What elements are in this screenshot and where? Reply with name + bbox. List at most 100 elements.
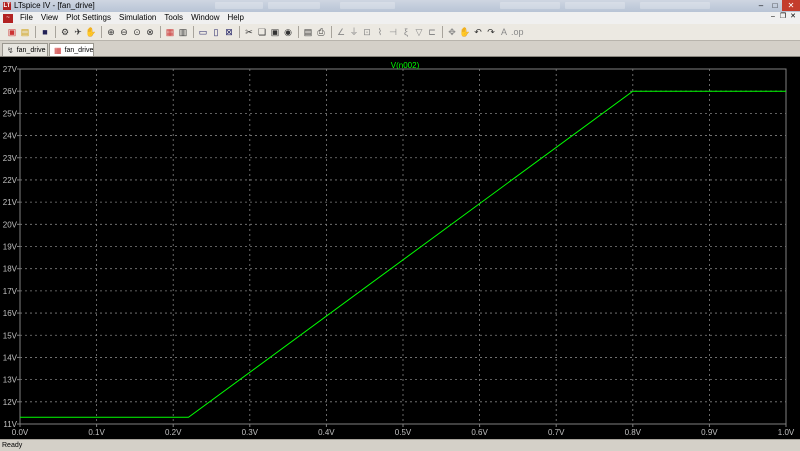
toolbar-separator	[160, 26, 161, 38]
paste-icon[interactable]: ▣	[269, 26, 281, 38]
diode-icon[interactable]: ▽	[413, 26, 425, 38]
toolbar-separator	[442, 26, 443, 38]
tab-waveform[interactable]: ▦ fan_drive	[49, 43, 94, 56]
menu-window[interactable]: Window	[187, 12, 223, 24]
x-tick-label: 0.6V	[471, 428, 488, 437]
close-button[interactable]: ✕	[782, 0, 800, 11]
menu-plot-settings[interactable]: Plot Settings	[62, 12, 115, 24]
waveform-chart[interactable]: 11V12V13V14V15V16V17V18V19V20V21V22V23V2…	[0, 57, 800, 439]
doc-close-button[interactable]: ✕	[788, 12, 798, 22]
y-tick-label: 13V	[3, 376, 18, 385]
capacitor-icon[interactable]: ⊣	[387, 26, 399, 38]
ltspice-app-icon: LT	[3, 2, 11, 10]
y-tick-label: 16V	[3, 309, 18, 318]
undo-icon[interactable]: ↶	[472, 26, 484, 38]
maximize-button[interactable]: □	[768, 0, 782, 11]
toolbar: ▣ ▤ ■ ⚙ ✈ ✋ ⊕ ⊖ ⊙ ⊗ ▦ ▥ ▭ ▯ ⊠ ✂ ❏ ▣ ◉ ▤ …	[0, 24, 800, 41]
document-tabs: ↯ fan_drive ▦ fan_drive	[0, 41, 800, 57]
document-icon[interactable]: ~	[3, 13, 13, 23]
menu-bar: ~ File View Plot Settings Simulation Too…	[0, 12, 800, 24]
save-icon[interactable]: ■	[39, 26, 51, 38]
waveform-plot-pane[interactable]: 11V 12V 13V 14V 15V 16V 17V 18V 19V 20V 21V 22V 23V 2…	[0, 57, 800, 439]
x-tick-label: 0.0V	[12, 428, 29, 437]
x-tick-label: 0.3V	[242, 428, 259, 437]
y-tick-label: 27V	[3, 65, 18, 74]
doc-restore-button[interactable]: ❐	[778, 12, 788, 22]
close-window-icon[interactable]: ⊠	[223, 26, 235, 38]
toolbar-separator	[298, 26, 299, 38]
control-panel-icon[interactable]: ⚙	[59, 26, 71, 38]
drag-icon[interactable]: ✋	[459, 26, 471, 38]
y-tick-label: 24V	[3, 132, 18, 141]
x-tick-label: 0.5V	[395, 428, 412, 437]
y-tick-label: 19V	[3, 243, 18, 252]
trace-label-v-n002[interactable]: V(n002)	[391, 61, 420, 70]
y-tick-label: 12V	[3, 398, 18, 407]
y-tick-label: 26V	[3, 87, 18, 96]
y-axis: 11V12V13V14V15V16V17V18V19V20V21V22V23V2…	[3, 65, 20, 429]
y-tick-label: 15V	[3, 331, 18, 340]
toolbar-separator	[193, 26, 194, 38]
toolbar-separator	[239, 26, 240, 38]
component-icon[interactable]: ⊏	[426, 26, 438, 38]
menu-tools[interactable]: Tools	[160, 12, 187, 24]
move-icon[interactable]: ✥	[446, 26, 458, 38]
autorange-icon[interactable]: ▦	[164, 26, 176, 38]
background-tab-ghost	[268, 2, 320, 9]
status-bar: Ready	[0, 439, 800, 450]
label-net-icon[interactable]: ⊡	[361, 26, 373, 38]
y-tick-label: 21V	[3, 198, 18, 207]
zoom-fit-icon[interactable]: ⊗	[144, 26, 156, 38]
text-icon[interactable]: A	[498, 26, 510, 38]
wire-icon[interactable]: ∠	[335, 26, 347, 38]
x-tick-label: 0.2V	[165, 428, 182, 437]
print-preview-icon[interactable]: ▤	[302, 26, 314, 38]
x-tick-label: 0.4V	[318, 428, 335, 437]
y-tick-label: 20V	[3, 220, 18, 229]
zoom-out-icon[interactable]: ⊖	[118, 26, 130, 38]
run-icon[interactable]: ✈	[72, 26, 84, 38]
toolbar-separator	[331, 26, 332, 38]
y-tick-label: 14V	[3, 353, 18, 362]
y-tick-label: 17V	[3, 287, 18, 296]
redo-icon[interactable]: ↷	[485, 26, 497, 38]
zoom-pan-icon[interactable]: ⊙	[131, 26, 143, 38]
background-tab-ghost	[500, 2, 560, 9]
menu-view[interactable]: View	[37, 12, 62, 24]
y-tick-label: 22V	[3, 176, 18, 185]
spice-directive-icon[interactable]: .op	[511, 26, 524, 38]
grid	[19, 68, 787, 425]
halt-icon[interactable]: ✋	[85, 26, 97, 38]
copy-icon[interactable]: ❏	[256, 26, 268, 38]
zoom-in-icon[interactable]: ⊕	[105, 26, 117, 38]
waveform-icon: ▦	[54, 45, 62, 55]
background-tab-ghost	[340, 2, 395, 9]
y-tick-label: 18V	[3, 265, 18, 274]
find-icon[interactable]: ◉	[282, 26, 294, 38]
minimize-button[interactable]: –	[754, 0, 768, 11]
y-tick-label: 23V	[3, 154, 18, 163]
schematic-icon: ↯	[7, 45, 14, 55]
print-icon[interactable]: ⎙	[315, 26, 327, 38]
new-schematic-icon[interactable]: ▣	[6, 26, 18, 38]
resistor-icon[interactable]: ⌇	[374, 26, 386, 38]
menu-help[interactable]: Help	[224, 12, 248, 24]
menu-file[interactable]: File	[16, 12, 37, 24]
background-tab-ghost	[215, 2, 263, 9]
menu-simulation[interactable]: Simulation	[115, 12, 160, 24]
open-icon[interactable]: ▤	[19, 26, 31, 38]
tab-label: fan_drive	[16, 46, 46, 54]
window-title: LTspice IV - [fan_drive]	[14, 1, 95, 10]
tile-icon[interactable]: ▥	[177, 26, 189, 38]
x-tick-label: 0.8V	[625, 428, 642, 437]
status-text: Ready	[2, 442, 23, 449]
tab-label: fan_drive	[64, 46, 94, 54]
x-tick-label: 1.0V	[778, 428, 795, 437]
inductor-icon[interactable]: ξ	[400, 26, 412, 38]
ground-icon[interactable]: ⏚	[348, 26, 360, 38]
tile-horizontal-icon[interactable]: ▭	[197, 26, 209, 38]
tile-vertical-icon[interactable]: ▯	[210, 26, 222, 38]
tab-schematic[interactable]: ↯ fan_drive	[2, 43, 48, 56]
cut-icon[interactable]: ✂	[243, 26, 255, 38]
doc-minimize-button[interactable]: –	[768, 12, 778, 22]
